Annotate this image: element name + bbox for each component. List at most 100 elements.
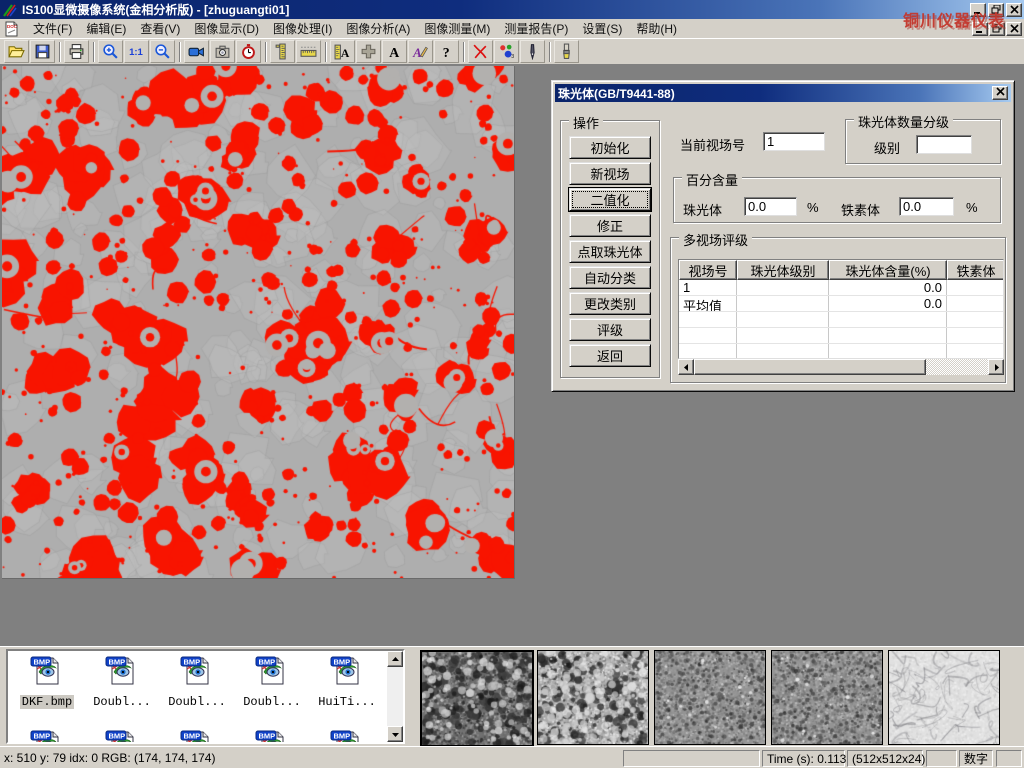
table-cell bbox=[679, 312, 737, 327]
table-row[interactable]: 10.0 bbox=[679, 280, 1003, 296]
file-item[interactable]: BMPDKF.bmp bbox=[11, 655, 83, 710]
svg-text:3: 3 bbox=[511, 54, 514, 60]
table-cell bbox=[947, 328, 1004, 343]
zoom-in-button[interactable] bbox=[98, 40, 123, 63]
menu-item-help[interactable]: 帮助(H) bbox=[629, 18, 684, 39]
classify-balls-button[interactable]: 3 bbox=[494, 40, 519, 63]
grade-button[interactable]: 评级 bbox=[569, 318, 651, 341]
thumbnail-image-4[interactable] bbox=[771, 650, 883, 745]
table-cell bbox=[947, 296, 1004, 311]
file-name[interactable]: Doubl... bbox=[166, 695, 228, 709]
file-name[interactable]: DKF.bmp bbox=[20, 695, 74, 709]
measure-text-button[interactable]: A bbox=[330, 40, 355, 63]
caliper-button[interactable] bbox=[270, 40, 295, 63]
open-button[interactable] bbox=[4, 40, 29, 63]
classify-balls-icon: 3 bbox=[498, 43, 515, 60]
multifield-table[interactable]: 视场号珠光体级别珠光体含量(%)铁素体10.0平均值0.0 bbox=[678, 259, 1004, 359]
file-item[interactable]: BMP bbox=[86, 729, 158, 744]
thumbnail-image-3[interactable] bbox=[654, 650, 766, 745]
file-item[interactable]: BMP bbox=[161, 729, 233, 744]
video-camera-button[interactable] bbox=[184, 40, 209, 63]
grade-input[interactable] bbox=[916, 135, 972, 154]
zoom-out-button[interactable] bbox=[150, 40, 175, 63]
table-row[interactable] bbox=[679, 328, 1003, 344]
menu-item-measure-report[interactable]: 测量报告(P) bbox=[497, 18, 575, 39]
file-name[interactable]: Doubl... bbox=[241, 695, 303, 709]
table-row[interactable] bbox=[679, 344, 1003, 359]
pick-pearlite-button[interactable]: 点取珠光体 bbox=[569, 240, 651, 263]
table-cell: 0.0 bbox=[829, 280, 947, 295]
file-browser[interactable]: BMPDKF.bmpBMPDoubl...BMPDoubl...BMPDoubl… bbox=[6, 649, 405, 744]
table-cell bbox=[679, 344, 737, 359]
scroll-up-button[interactable] bbox=[387, 651, 403, 667]
scrollbar-track[interactable] bbox=[926, 359, 988, 375]
table-cell bbox=[737, 344, 829, 359]
document-icon[interactable]: DOC bbox=[4, 21, 20, 37]
menu-item-image-analysis[interactable]: 图像分析(A) bbox=[339, 18, 417, 39]
file-item[interactable]: BMPDoubl... bbox=[86, 655, 158, 710]
file-item[interactable]: BMP bbox=[236, 729, 308, 744]
correct-button[interactable]: 修正 bbox=[569, 214, 651, 237]
menu-item-image-display[interactable]: 图像显示(D) bbox=[187, 18, 266, 39]
file-item[interactable]: BMPDoubl... bbox=[236, 655, 308, 710]
scroll-down-button[interactable] bbox=[387, 726, 403, 742]
file-item[interactable]: BMP bbox=[311, 729, 383, 744]
timer-button[interactable] bbox=[236, 40, 261, 63]
menu-item-image-measure[interactable]: 图像测量(M) bbox=[417, 18, 497, 39]
table-header-2[interactable]: 珠光体含量(%) bbox=[829, 260, 947, 280]
auto-classify-button[interactable]: 自动分类 bbox=[569, 266, 651, 289]
mdi-close-button[interactable] bbox=[1006, 22, 1022, 36]
scroll-left-button[interactable] bbox=[678, 359, 694, 375]
thumbnail-image-2[interactable] bbox=[537, 650, 649, 745]
file-name[interactable]: HuiTi... bbox=[316, 695, 378, 709]
curve-cut-button[interactable] bbox=[468, 40, 493, 63]
change-class-button[interactable]: 更改类别 bbox=[569, 292, 651, 315]
ferrite-input[interactable] bbox=[899, 197, 954, 216]
pearlite-input[interactable] bbox=[744, 197, 797, 216]
current-field-input[interactable] bbox=[763, 132, 825, 151]
actual-size-button[interactable]: 1:1 bbox=[124, 40, 149, 63]
init-button[interactable]: 初始化 bbox=[569, 136, 651, 159]
menu-item-edit[interactable]: 编辑(E) bbox=[79, 18, 133, 39]
menu-item-image-processing[interactable]: 图像处理(I) bbox=[266, 18, 339, 39]
new-field-button[interactable]: 新视场 bbox=[569, 162, 651, 185]
workspace: 珠光体(GB/T9441-88) 操作 初始化新视场二值化修正点取珠光体自动分类… bbox=[0, 64, 1024, 645]
scroll-right-button[interactable] bbox=[988, 359, 1004, 375]
dialog-close-button[interactable] bbox=[992, 86, 1008, 100]
table-hscrollbar[interactable] bbox=[678, 359, 1004, 375]
return-button[interactable]: 返回 bbox=[569, 344, 651, 367]
table-cell bbox=[829, 312, 947, 327]
bmp-file-icon: BMP bbox=[179, 729, 215, 744]
help-button[interactable]: ? bbox=[434, 40, 459, 63]
pen-button[interactable] bbox=[520, 40, 545, 63]
thumbnail-image-5[interactable] bbox=[888, 650, 1000, 745]
menu-item-file[interactable]: 文件(F) bbox=[26, 18, 79, 39]
annotate-button[interactable]: A bbox=[408, 40, 433, 63]
svg-text:DOC: DOC bbox=[7, 24, 18, 29]
menu-item-view[interactable]: 查看(V) bbox=[133, 18, 187, 39]
file-list-scrollbar[interactable] bbox=[387, 651, 403, 742]
merge-button[interactable] bbox=[356, 40, 381, 63]
binarize-button[interactable]: 二值化 bbox=[569, 188, 651, 211]
ruler-button[interactable] bbox=[296, 40, 321, 63]
file-name[interactable]: Doubl... bbox=[91, 695, 153, 709]
file-item[interactable]: BMPHuiTi... bbox=[311, 655, 383, 710]
table-header-3[interactable]: 铁素体 bbox=[947, 260, 1004, 280]
table-row[interactable] bbox=[679, 312, 1003, 328]
print-button[interactable] bbox=[64, 40, 89, 63]
brush-button[interactable] bbox=[554, 40, 579, 63]
text-button[interactable]: A bbox=[382, 40, 407, 63]
scrollbar-thumb[interactable] bbox=[694, 359, 926, 375]
table-header-1[interactable]: 珠光体级别 bbox=[737, 260, 829, 280]
menu-item-settings[interactable]: 设置(S) bbox=[575, 18, 629, 39]
metallograph-image[interactable] bbox=[2, 66, 515, 579]
table-row[interactable]: 平均值0.0 bbox=[679, 296, 1003, 312]
file-item[interactable]: BMPDoubl... bbox=[161, 655, 233, 710]
dialog-title-bar[interactable]: 珠光体(GB/T9441-88) bbox=[555, 84, 1011, 102]
file-item[interactable]: BMP bbox=[11, 729, 83, 744]
table-header-0[interactable]: 视场号 bbox=[679, 260, 737, 280]
save-button[interactable] bbox=[30, 40, 55, 63]
close-button[interactable] bbox=[1006, 3, 1022, 17]
thumbnail-image-1[interactable] bbox=[420, 650, 534, 747]
camera-button[interactable] bbox=[210, 40, 235, 63]
